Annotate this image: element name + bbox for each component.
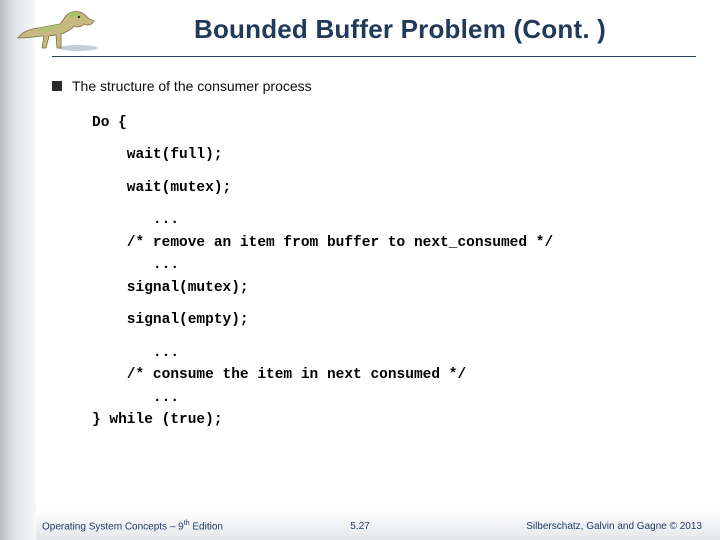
slide-footer: Operating System Concepts – 9th Edition … [0,506,720,540]
left-gradient-stripe [0,0,36,540]
code-block: Do { wait(full); wait(mutex); ... /* rem… [92,112,692,432]
code-line: ... [92,212,179,228]
bullet-text: The structure of the consumer process [72,78,312,94]
slide: Bounded Buffer Problem (Cont. ) The stru… [0,0,720,540]
title-underline [52,56,696,57]
bullet-item: The structure of the consumer process [52,78,692,94]
footer-copyright: Silberschatz, Galvin and Gagne © 2013 [526,521,702,532]
code-line: wait(mutex); [92,180,231,196]
code-line: signal(empty); [92,312,249,328]
code-line: /* consume the item in next consumed */ [92,367,466,383]
code-line: Do { [92,115,127,131]
code-line: ... [92,345,179,361]
code-line: ... [92,257,179,273]
code-line: wait(full); [92,147,223,163]
dinosaur-logo-icon [8,8,100,52]
slide-title: Bounded Buffer Problem (Cont. ) [110,14,690,45]
code-line: /* remove an item from buffer to next_co… [92,235,553,251]
code-line: } while (true); [92,412,223,428]
code-line: ... [92,390,179,406]
slide-body: The structure of the consumer process Do… [52,78,692,496]
code-line: signal(mutex); [92,280,249,296]
square-bullet-icon [52,81,62,91]
